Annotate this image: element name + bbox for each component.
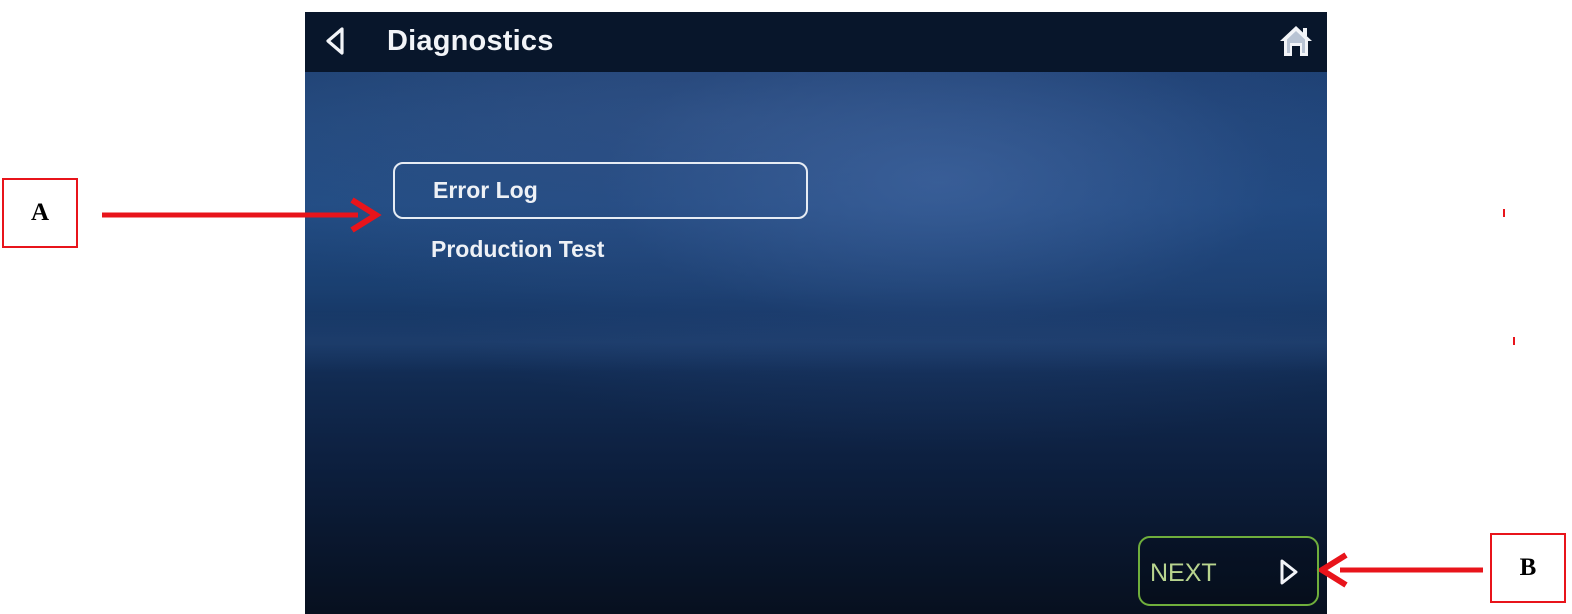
title-bar: Diagnostics	[305, 12, 1327, 72]
chevron-right-icon	[1280, 559, 1298, 585]
stray-mark	[1513, 337, 1515, 345]
chevron-left-icon[interactable]	[323, 26, 347, 56]
home-icon[interactable]	[1279, 24, 1313, 58]
menu-item-production-test[interactable]: Production Test	[431, 236, 604, 263]
callout-a-label: A	[2, 178, 78, 248]
next-button-label: NEXT	[1150, 559, 1217, 587]
page-title: Diagnostics	[387, 25, 554, 57]
arrow-b	[1316, 552, 1483, 588]
figure-page: A Diagnostics Error Log Production Test …	[0, 0, 1572, 614]
callout-b-label: B	[1490, 533, 1566, 603]
stray-mark	[1503, 209, 1505, 217]
menu-item-error-log[interactable]: Error Log	[393, 162, 808, 219]
device-screen: Diagnostics Error Log Production Test NE…	[305, 12, 1327, 614]
next-button[interactable]: NEXT	[1138, 536, 1319, 606]
